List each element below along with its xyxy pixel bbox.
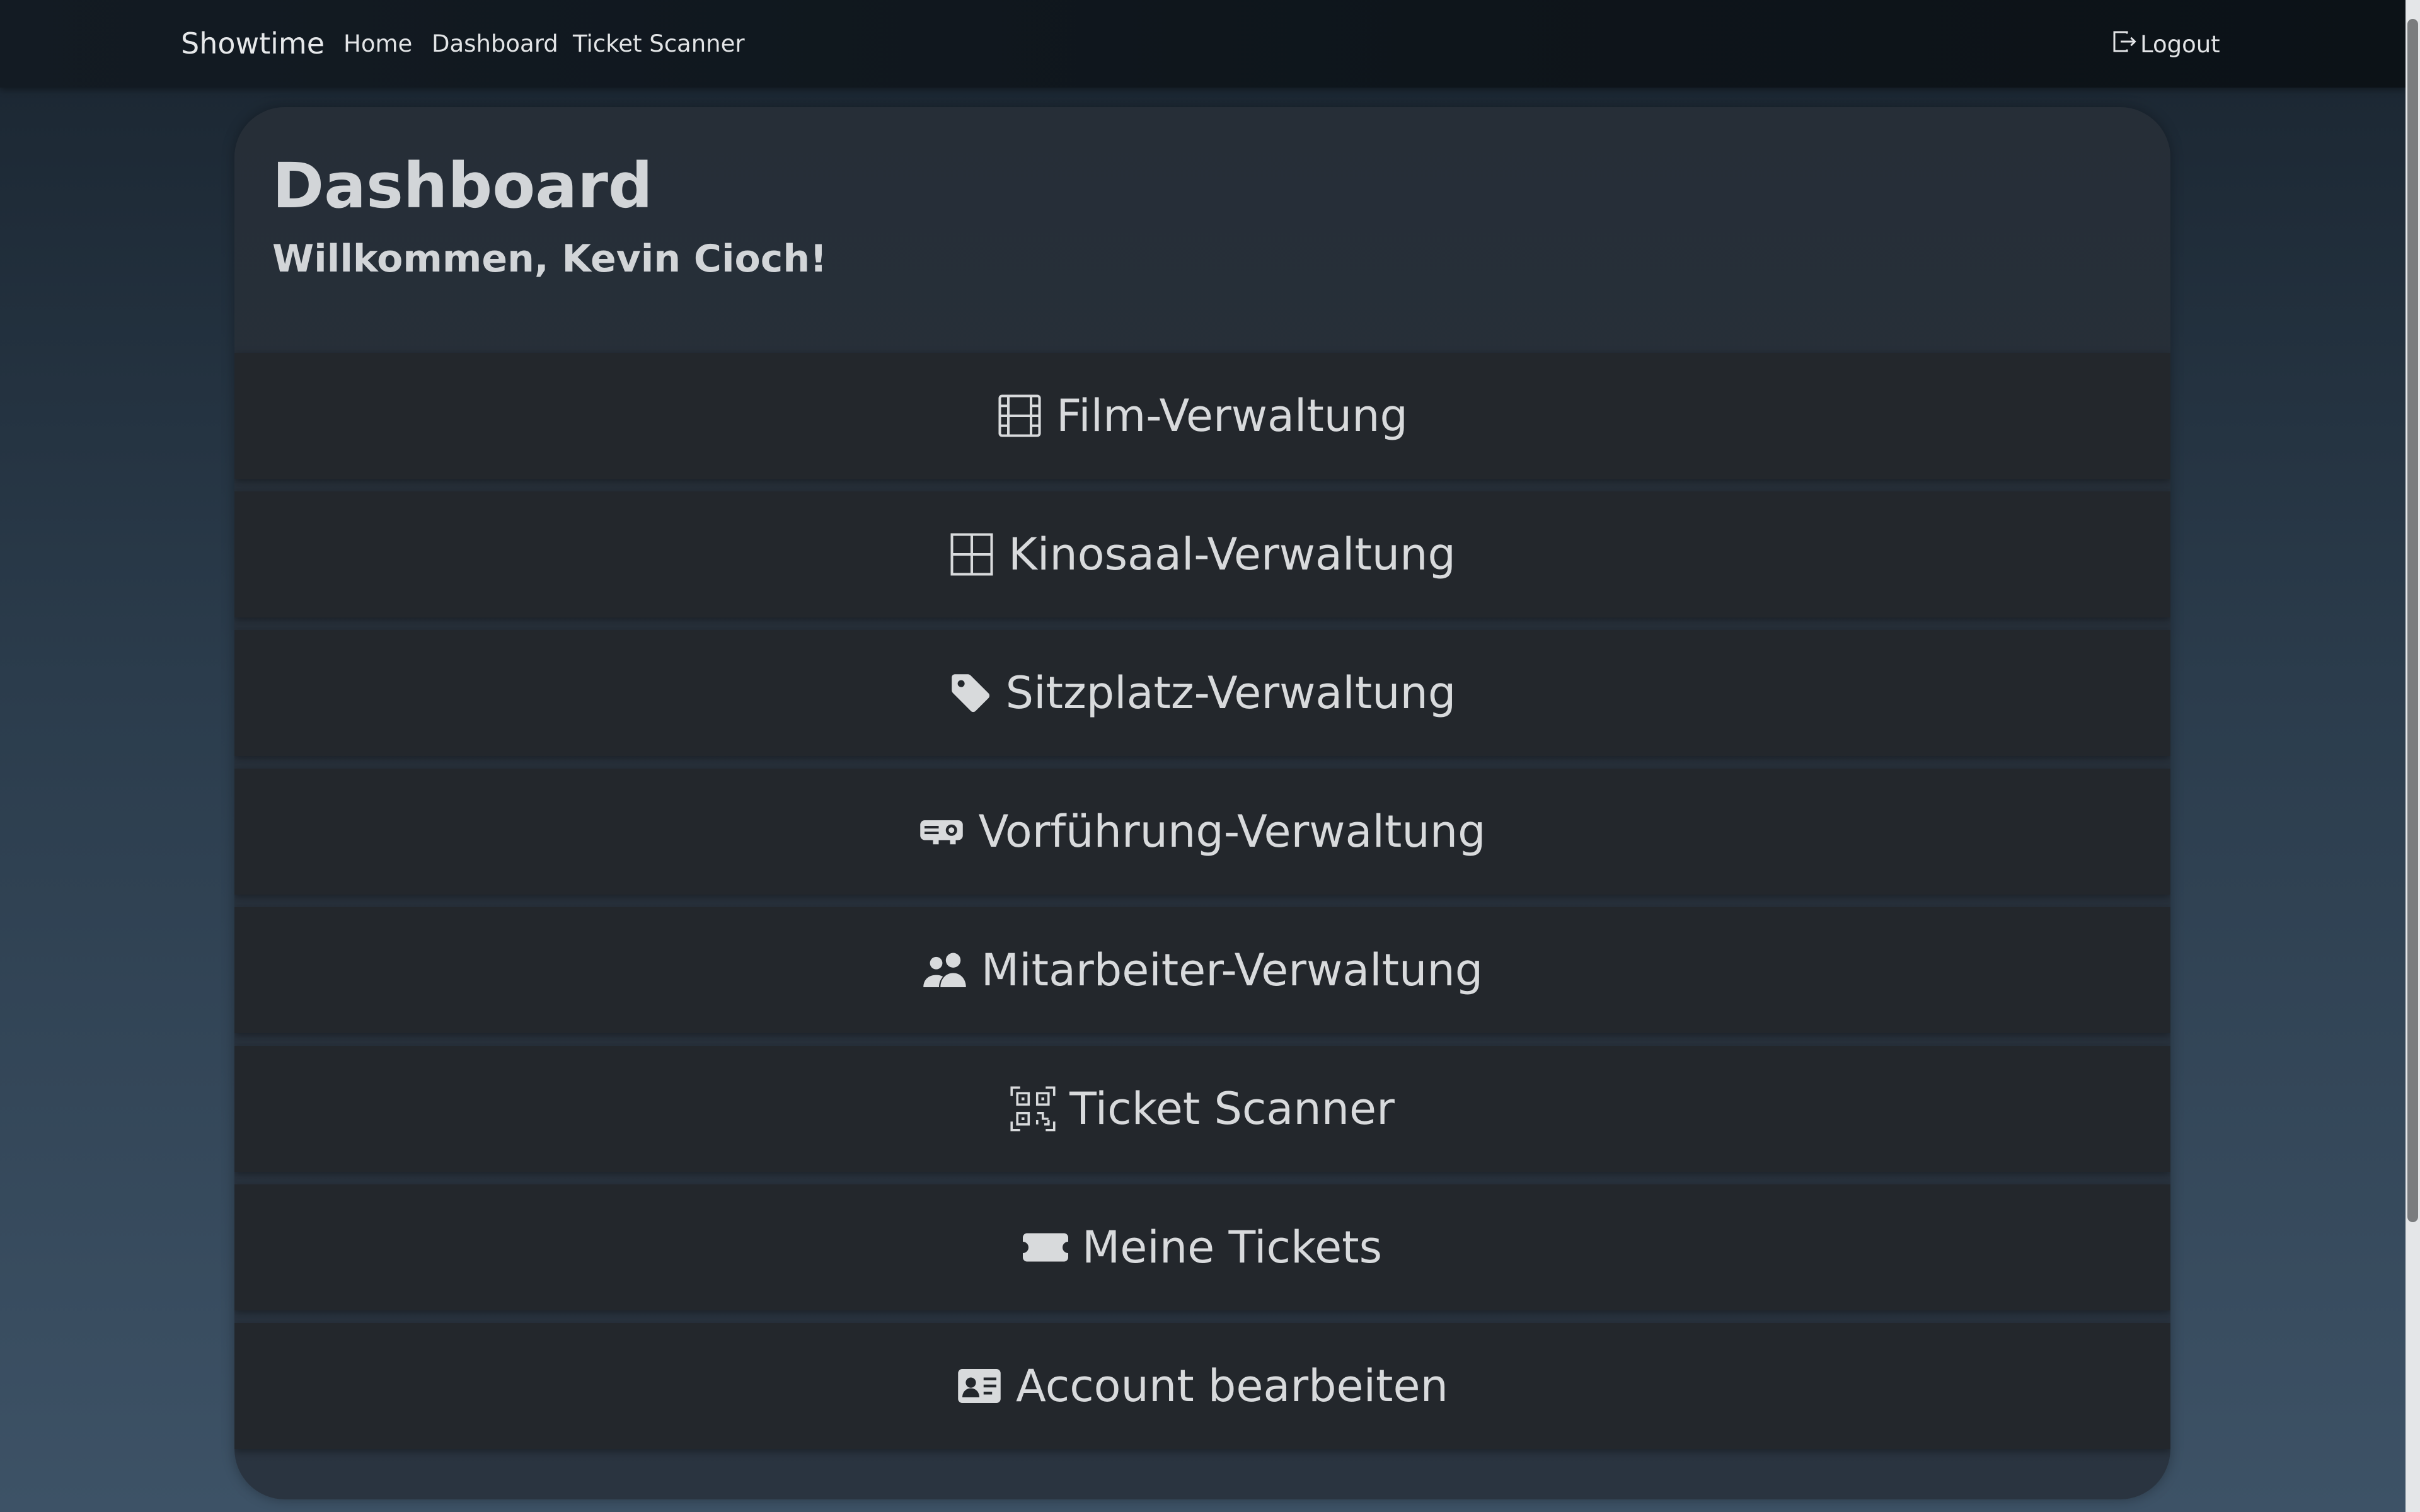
ticket-scanner-button[interactable]: Ticket Scanner [234, 1046, 2170, 1172]
logout-label: Logout [2140, 31, 2220, 58]
welcome-message: Willkommen, Kevin Cioch! [272, 237, 827, 281]
cinema-hall-management-label: Kinosaal-Verwaltung [1008, 529, 1456, 580]
dashboard-menu: Film-Verwaltung Kinosaal-Verwaltung Sitz… [234, 353, 2170, 1462]
screening-management-button[interactable]: Vorführung-Verwaltung [234, 769, 2170, 895]
nav-link-ticket-scanner[interactable]: Ticket Scanner [573, 30, 745, 57]
logout-icon [2111, 29, 2140, 60]
scrollbar-thumb[interactable] [2407, 19, 2418, 1222]
film-icon [997, 393, 1042, 438]
seat-management-button[interactable]: Sitzplatz-Verwaltung [234, 630, 2170, 756]
employee-management-button[interactable]: Mitarbeiter-Verwaltung [234, 907, 2170, 1033]
my-tickets-label: Meine Tickets [1081, 1222, 1383, 1273]
film-management-button[interactable]: Film-Verwaltung [234, 353, 2170, 479]
dashboard-card: Dashboard Willkommen, Kevin Cioch! Film-… [234, 107, 2170, 1499]
logout-button[interactable]: Logout [2111, 29, 2220, 60]
edit-account-button[interactable]: Account bearbeiten [234, 1323, 2170, 1449]
my-tickets-button[interactable]: Meine Tickets [234, 1184, 2170, 1310]
brand-logo[interactable]: Showtime [181, 26, 325, 60]
qr-code-icon [1010, 1086, 1056, 1131]
vertical-scrollbar[interactable] [2406, 0, 2420, 1512]
screening-management-label: Vorführung-Verwaltung [978, 806, 1486, 857]
employee-management-label: Mitarbeiter-Verwaltung [981, 944, 1484, 996]
nav-link-dashboard[interactable]: Dashboard [432, 30, 558, 57]
edit-account-label: Account bearbeiten [1016, 1360, 1448, 1412]
cinema-hall-management-button[interactable]: Kinosaal-Verwaltung [234, 491, 2170, 617]
tag-icon [949, 672, 992, 714]
ticket-icon [1022, 1225, 1068, 1270]
seat-management-label: Sitzplatz-Verwaltung [1005, 667, 1456, 719]
ticket-scanner-label: Ticket Scanner [1069, 1083, 1395, 1135]
projector-icon [919, 809, 964, 854]
nav-link-home[interactable]: Home [343, 30, 412, 57]
grid-icon [949, 532, 994, 577]
top-navbar: Showtime Home Dashboard Ticket Scanner L… [0, 0, 2406, 88]
film-management-label: Film-Verwaltung [1056, 390, 1408, 442]
people-icon [922, 948, 967, 993]
page-title: Dashboard [272, 150, 653, 222]
person-card-icon [957, 1363, 1002, 1409]
